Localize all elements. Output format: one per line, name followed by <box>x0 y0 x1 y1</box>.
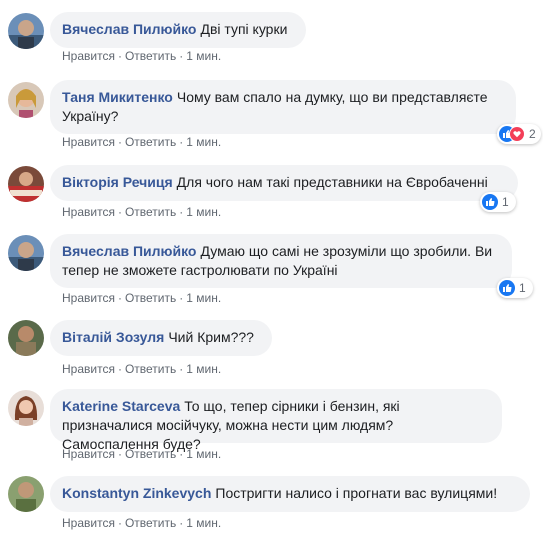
comment-text: Дві тупі курки <box>200 21 288 37</box>
comment-bubble: Konstantyn Zinkevych Постригти налисо і п… <box>50 476 530 512</box>
timestamp[interactable]: 1 мин. <box>186 291 221 305</box>
avatar[interactable] <box>8 166 44 202</box>
separator: · <box>179 362 184 376</box>
comment-bubble: Вікторія Речиця Для чого нам такі предста… <box>50 165 518 201</box>
timestamp[interactable]: 1 мин. <box>186 362 221 376</box>
comment-actions: Нравится · Ответить · 1 мин. <box>62 361 221 377</box>
comment-bubble: Віталій Зозуля Чий Крим??? <box>50 320 272 356</box>
separator: · <box>117 447 122 461</box>
separator: · <box>179 49 184 63</box>
like-link[interactable]: Нравится <box>62 291 115 305</box>
comment-actions: Нравится · Ответить · 1 мин. <box>62 515 221 531</box>
comment-author[interactable]: Віталій Зозуля <box>62 329 164 345</box>
comment-actions: Нравится · Ответить · 1 мин. <box>62 290 221 306</box>
reaction-count[interactable]: 2 <box>497 124 541 144</box>
timestamp[interactable]: 1 мин. <box>186 135 221 149</box>
avatar[interactable] <box>8 82 44 118</box>
like-link[interactable]: Нравится <box>62 362 115 376</box>
love-reaction-icon <box>509 126 525 142</box>
separator: · <box>179 291 184 305</box>
timestamp[interactable]: 1 мин. <box>186 205 221 219</box>
separator: · <box>117 205 122 219</box>
comment-author[interactable]: Таня Микитенко <box>62 89 173 105</box>
comment-actions: Нравится · Ответить · 1 мин. <box>62 446 221 462</box>
comment-author[interactable]: Вячеслав Пилюйко <box>62 21 196 37</box>
reply-link[interactable]: Ответить <box>125 205 176 219</box>
comment-bubble: Вячеслав Пилюйко Дві тупі курки <box>50 12 306 48</box>
like-link[interactable]: Нравится <box>62 516 115 530</box>
comment-bubble: Katerine Starceva То що, тепер сірники і … <box>50 389 502 452</box>
comment-bubble: Таня Микитенко Чому вам спало на думку, щ… <box>50 80 516 134</box>
timestamp[interactable]: 1 мин. <box>186 447 221 461</box>
like-link[interactable]: Нравится <box>62 49 115 63</box>
reply-link[interactable]: Ответить <box>125 362 176 376</box>
avatar[interactable] <box>8 476 44 512</box>
comment-author[interactable]: Вячеслав Пилюйко <box>62 243 196 259</box>
avatar[interactable] <box>8 235 44 271</box>
comment-actions: Нравится · Ответить · 1 мин. <box>62 204 221 220</box>
like-link[interactable]: Нравится <box>62 135 115 149</box>
like-link[interactable]: Нравится <box>62 447 115 461</box>
separator: · <box>117 291 122 305</box>
reaction-number: 1 <box>502 195 509 209</box>
reply-link[interactable]: Ответить <box>125 135 176 149</box>
reply-link[interactable]: Ответить <box>125 447 176 461</box>
separator: · <box>179 135 184 149</box>
reaction-number: 1 <box>519 281 526 295</box>
separator: · <box>117 516 122 530</box>
avatar[interactable] <box>8 13 44 49</box>
separator: · <box>179 516 184 530</box>
comment-text: Чий Крим??? <box>168 329 254 345</box>
timestamp[interactable]: 1 мин. <box>186 49 221 63</box>
avatar[interactable] <box>8 320 44 356</box>
separator: · <box>117 362 122 376</box>
comment-bubble: Вячеслав Пилюйко Думаю що самі не зрозумі… <box>50 234 512 288</box>
reaction-number: 2 <box>529 127 536 141</box>
comment-text: Для чого нам такі представники на Євроба… <box>176 174 488 190</box>
reply-link[interactable]: Ответить <box>125 516 176 530</box>
like-reaction-icon <box>482 194 498 210</box>
reply-link[interactable]: Ответить <box>125 291 176 305</box>
comment-author[interactable]: Katerine Starceva <box>62 398 180 414</box>
separator: · <box>179 447 184 461</box>
like-link[interactable]: Нравится <box>62 205 115 219</box>
avatar[interactable] <box>8 390 44 426</box>
reaction-count[interactable]: 1 <box>480 192 516 212</box>
reply-link[interactable]: Ответить <box>125 49 176 63</box>
comment-author[interactable]: Konstantyn Zinkevych <box>62 485 211 501</box>
separator: · <box>117 135 122 149</box>
timestamp[interactable]: 1 мин. <box>186 516 221 530</box>
separator: · <box>179 205 184 219</box>
comment-author[interactable]: Вікторія Речиця <box>62 174 173 190</box>
comment-actions: Нравится · Ответить · 1 мин. <box>62 48 221 64</box>
comment-actions: Нравится · Ответить · 1 мин. <box>62 134 221 150</box>
reaction-count[interactable]: 1 <box>497 278 533 298</box>
like-reaction-icon <box>499 280 515 296</box>
comment-text: Постригти налисо і прогнати вас вулицями… <box>215 485 498 501</box>
separator: · <box>117 49 122 63</box>
